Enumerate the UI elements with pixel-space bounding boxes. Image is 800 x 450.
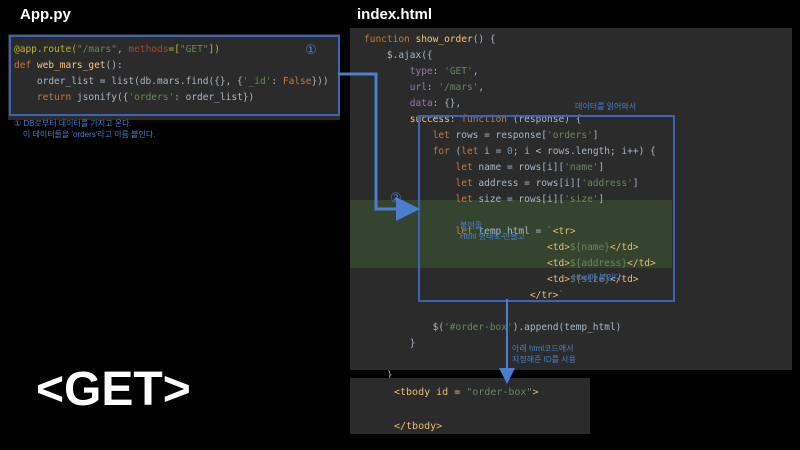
arrow-app-to-index xyxy=(338,72,420,221)
get-label: <GET> xyxy=(36,363,191,416)
